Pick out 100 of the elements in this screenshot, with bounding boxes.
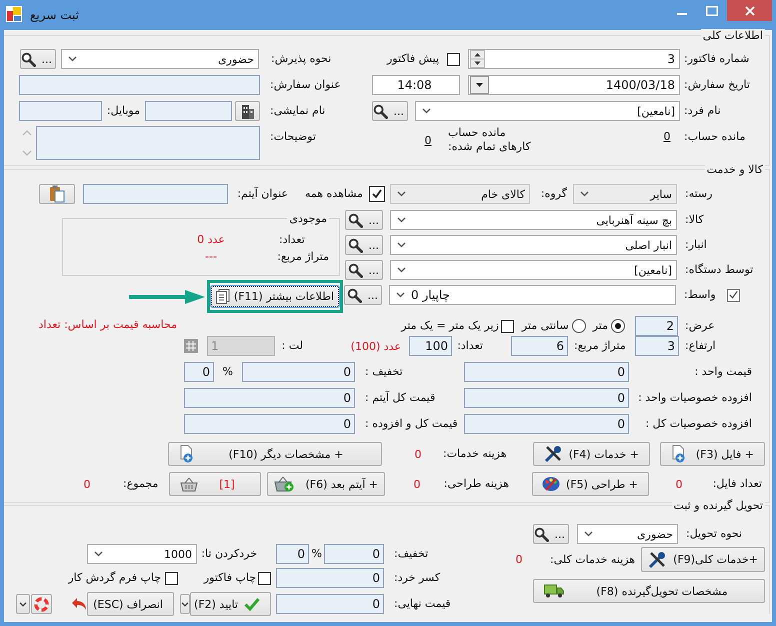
browse-button[interactable]: ... [344,285,382,305]
browse-button[interactable]: ... [345,260,383,280]
add-file-button[interactable]: + فایل (F3) [660,442,765,466]
input-field[interactable] [19,101,102,121]
field-label: افزوده خصوصیات کل : [644,417,753,431]
input-field[interactable] [19,75,260,95]
stock-area: --- [183,250,239,263]
dropdown-field[interactable]: سایر [573,184,677,204]
number-field[interactable]: 3 [635,336,679,356]
checkbox[interactable] [165,572,178,584]
dropdown-field[interactable]: بچ سینه آهنربایی [390,210,677,230]
input-field[interactable] [83,184,228,204]
chevron-icon [94,551,103,557]
dropdown-field[interactable]: [نامعین] [415,101,680,121]
field-label: واسط: [684,288,717,302]
balance-value[interactable]: 0 [659,126,675,143]
recipient-button[interactable]: مشخصات تحویل‌گیرنده (F8) [533,579,765,603]
checkbox[interactable] [369,186,385,202]
search-icon [20,52,36,66]
group-title: اطلاعات کلی [700,29,765,42]
field-label: هزینه خدمات: [443,447,507,461]
dropdown-field[interactable]: [نامعین] [390,260,677,280]
field-label: کالا: [685,213,705,227]
close-button[interactable] [727,0,772,21]
radio-button[interactable] [572,319,586,333]
chevron-icon [580,191,589,197]
field-label: لت : [283,339,303,353]
close-icon [745,6,755,16]
date-field[interactable]: 1400/03/18 [468,75,680,95]
tools-icon [648,550,666,568]
number-field[interactable]: 0 [276,594,384,614]
field-label: توسط دستگاه: [685,263,754,277]
number-field[interactable]: 0 [324,544,384,564]
field-label: مانده حساب [448,126,507,140]
balance-value[interactable]: 0 [423,126,433,147]
more-info-button[interactable]: اطلاعات بیشتر (F11) [211,286,339,307]
checkbox[interactable] [500,320,514,332]
percent-sign: % [224,365,233,379]
basket-button[interactable]: [1] [169,472,261,496]
time-field[interactable]: 14:08 [372,75,460,95]
number-field[interactable]: 6 [511,336,568,356]
input-field[interactable] [145,101,232,121]
chevron-icon [422,108,431,114]
number-field[interactable]: 0 [464,362,629,382]
field-label: کسر خرد: [394,571,442,585]
services-button[interactable]: + خدمات (F4) [533,442,650,466]
search-icon [348,262,362,278]
paste-button[interactable] [39,184,75,204]
number-field[interactable]: 0 [184,362,214,382]
number-field[interactable]: 3 [468,49,680,69]
design-button[interactable]: + طراحی (F5) [532,472,649,496]
browse-button[interactable]: ... [20,49,56,69]
dropdown-field[interactable]: حضوری [61,49,259,69]
dropdown-field[interactable]: انبار اصلی [390,235,677,255]
checkbox-label: زیر یک متر = یک متر [401,319,499,333]
other-specs-button[interactable]: + مشخصات دیگر (F10) [168,442,382,466]
checkbox[interactable] [258,572,271,584]
field-label: مجموع: [123,477,159,491]
chevron-icon [19,602,27,606]
dropdown-field[interactable]: کالای خام [390,184,530,204]
number-field[interactable]: 0 [184,414,355,434]
dropdown-field[interactable]: چاپیار 0 [389,285,676,305]
grid-icon[interactable] [184,339,198,353]
chevron-icon [68,56,77,62]
browse-button[interactable]: ... [345,235,383,255]
number-field[interactable]: 100 [409,336,452,356]
next-item-button[interactable]: + آیتم بعد (F6) [267,472,385,496]
field-label: قیمت نهایی: [394,597,452,611]
number-field[interactable]: 0 [464,388,629,408]
dropdown-button[interactable] [180,594,190,614]
chevron-icon [396,292,405,298]
browse-button[interactable]: ... [533,524,569,544]
chevron-icon [181,602,189,606]
number-field[interactable]: 0 [276,568,384,588]
number-field[interactable]: 0 [184,388,355,408]
dropdown-button[interactable] [16,594,30,614]
building-icon [240,104,254,118]
group-title: تحویل گیرنده و ثبت [672,499,765,512]
number-field[interactable]: 0 [276,544,309,564]
field-label: عرض: [685,319,716,333]
number-field[interactable]: 0 [242,362,355,382]
general-services-button[interactable]: +خدمات کلی(F9) [641,547,765,572]
radio-button[interactable] [611,319,625,333]
browse-button[interactable]: ... [345,210,383,230]
help-button[interactable] [31,594,52,614]
group-title: کالا و خدمت [704,163,765,176]
checkbox[interactable] [447,52,460,66]
dropdown-field[interactable]: 1000 [87,544,197,564]
browse-button[interactable]: ... [372,101,408,121]
number-field[interactable]: 0 [464,414,629,434]
notes-field[interactable] [36,126,260,160]
chevron-icon [397,242,406,248]
field-label: خردکردن تا: [205,547,257,561]
company-button[interactable] [235,101,260,121]
basket-add-icon [274,476,294,492]
number-field[interactable]: 2 [635,316,678,336]
dropdown-field[interactable]: حضوری [577,524,678,544]
confirm-button[interactable]: تایید (F2) [190,592,271,616]
field-label: متراژ مربع: [574,339,626,353]
checkbox[interactable] [727,288,740,302]
